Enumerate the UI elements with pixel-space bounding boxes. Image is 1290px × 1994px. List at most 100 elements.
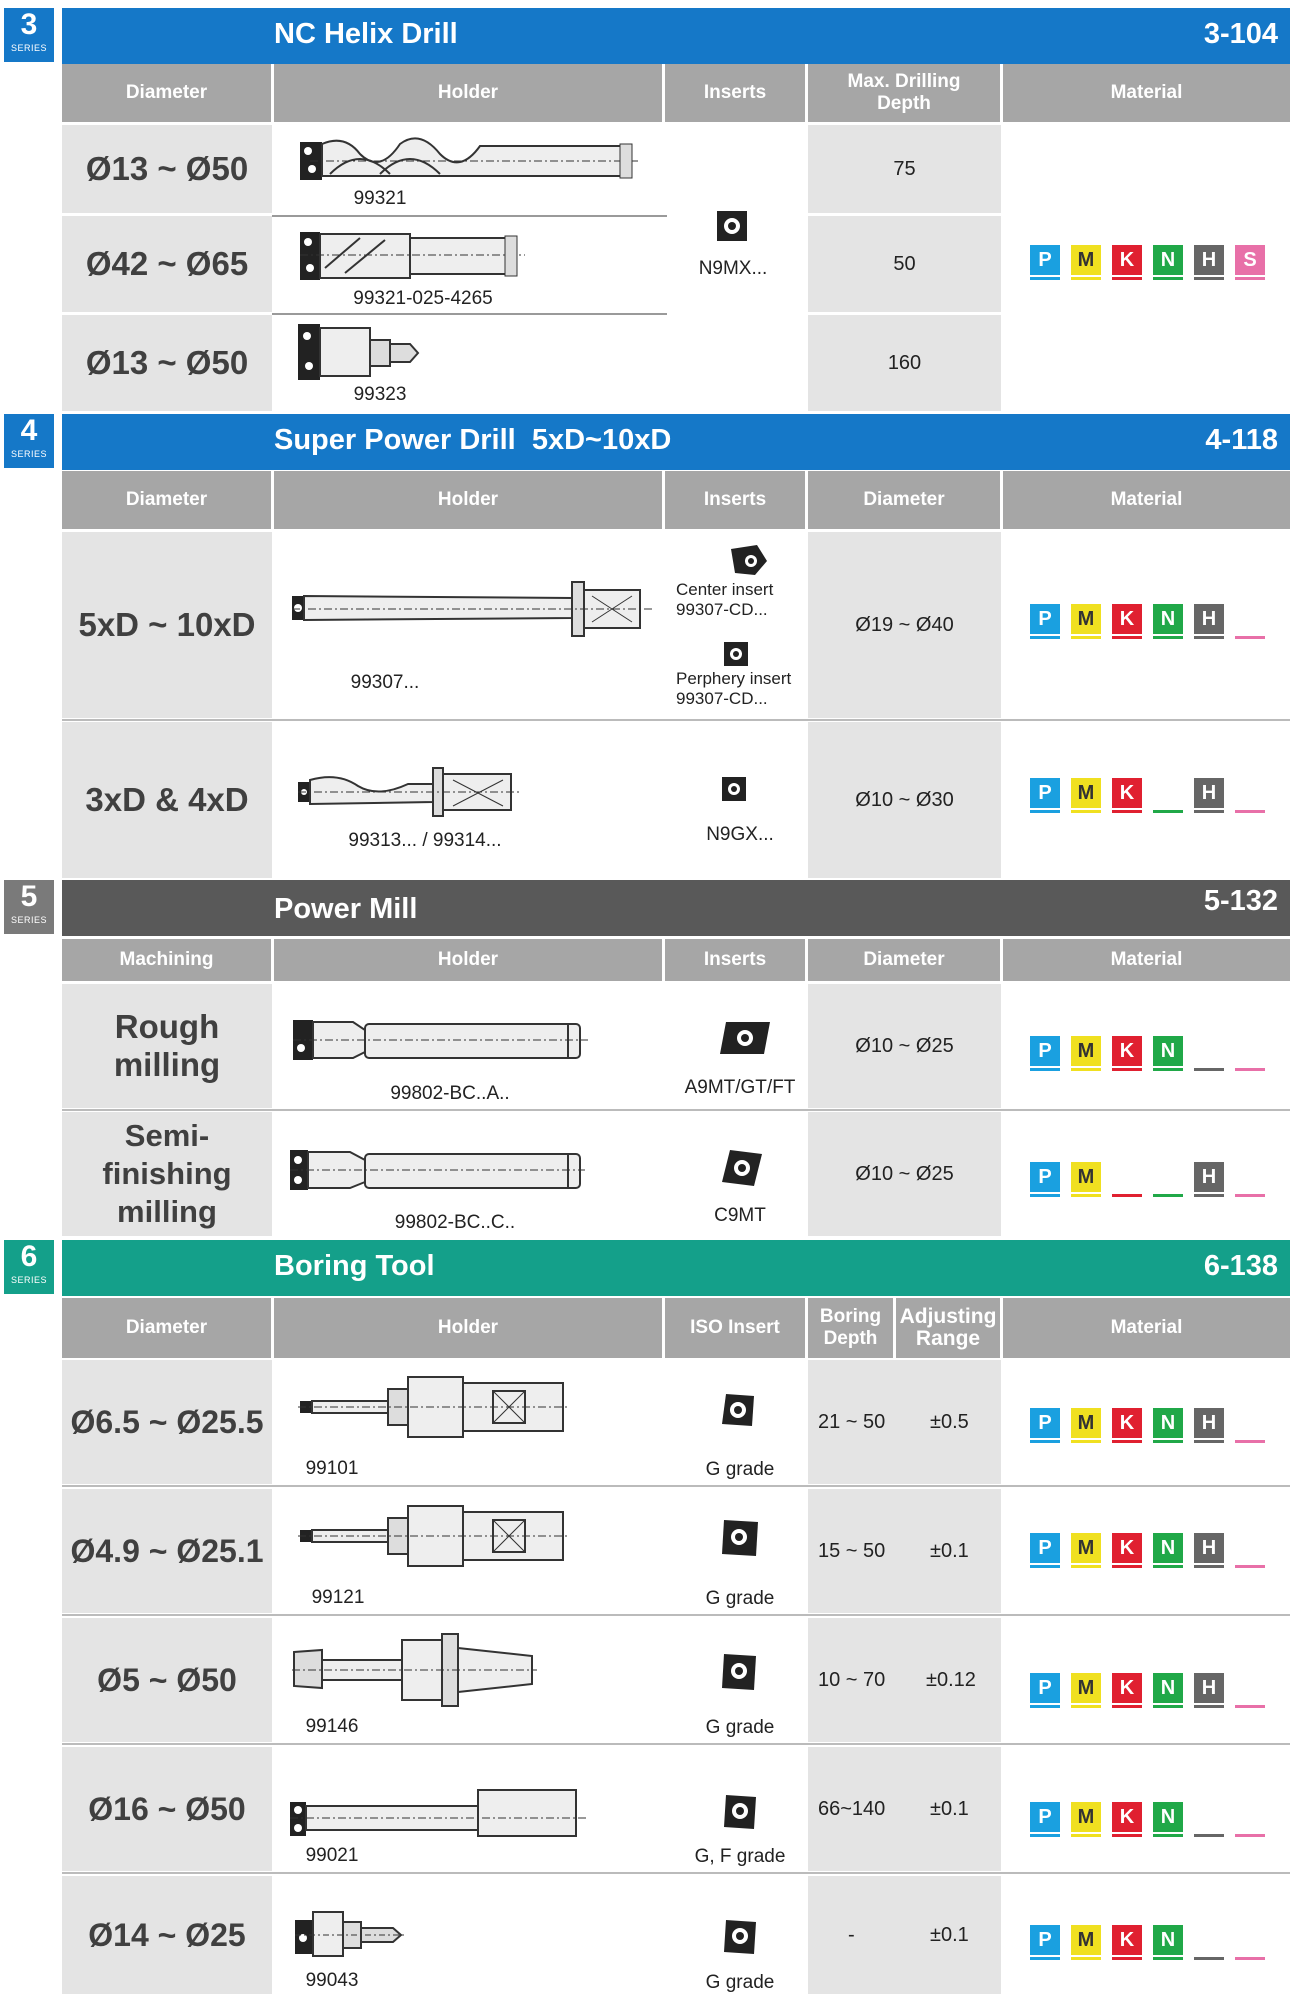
center-insert-code: 99307-CD... — [676, 600, 768, 619]
holder-code: 99043 — [305, 1970, 359, 1991]
boring-depth-adjust-cell: 21 ~ 50 ±0.5 — [808, 1360, 1001, 1484]
header-holder: Holder — [274, 939, 665, 981]
table-header: Diameter Holder ISO Insert Boring Depth … — [62, 1298, 1290, 1358]
section-title: Boring Tool — [274, 1250, 435, 1282]
material-badges: P M K N H S — [1030, 245, 1265, 280]
material-p: P — [1030, 1925, 1060, 1960]
material-n: N — [1153, 245, 1183, 280]
material-m: M — [1071, 1802, 1101, 1837]
section-title: Super Power Drill 5xD~10xD — [274, 424, 672, 456]
page-reference[interactable]: 4-118 — [1205, 424, 1278, 457]
page-reference[interactable]: 3-104 — [1204, 18, 1278, 51]
diameter-cell: 3xD & 4xD — [62, 722, 272, 878]
insert-square-icon — [722, 1520, 758, 1556]
material-badges: P M K N — [1030, 1036, 1265, 1071]
holder-code: 99313... / 99314... — [348, 830, 502, 851]
material-k: K — [1112, 604, 1142, 639]
table-header: Diameter Holder Inserts Max. Drilling De… — [62, 64, 1290, 122]
material-s-empty — [1235, 1673, 1265, 1708]
material-h-empty — [1194, 1036, 1224, 1071]
material-badges: P M K H — [1030, 778, 1265, 813]
row-divider — [272, 313, 667, 315]
material-s-empty — [1235, 1925, 1265, 1960]
header-diameter: Diameter — [62, 471, 274, 529]
insert-grade: G grade — [705, 1588, 775, 1609]
boring-head-99043-image — [295, 1911, 405, 1957]
material-s-empty — [1235, 1408, 1265, 1443]
insert-code: A9MT/GT/FT — [684, 1077, 796, 1098]
diameter-cell: 5xD ~ 10xD — [62, 532, 272, 718]
material-badges: P M K N H — [1030, 1408, 1265, 1443]
material-p: P — [1030, 1802, 1060, 1837]
insert-code: N9MX... — [698, 258, 768, 279]
adjusting-range: ±0.1 — [930, 1539, 969, 1562]
series-label: SERIES — [10, 43, 47, 53]
section-title: Power Mill — [274, 893, 418, 925]
page-reference[interactable]: 6-138 — [1204, 1250, 1278, 1283]
boring-depth-adjust-cell: 66~140 ±0.1 — [808, 1747, 1001, 1871]
insert-rhombic-icon — [722, 1150, 762, 1186]
table-header: Machining Holder Inserts Diameter Materi… — [62, 939, 1290, 981]
material-n-empty — [1153, 778, 1183, 813]
material-k: K — [1112, 1408, 1142, 1443]
material-n: N — [1153, 1408, 1183, 1443]
header-adjusting-range: Adjusting Range — [896, 1298, 1003, 1358]
machining-line-2: milling — [113, 1046, 221, 1083]
boring-depth: 15 ~ 50 — [818, 1539, 886, 1562]
super-power-drill-image — [292, 581, 652, 637]
material-m: M — [1071, 1533, 1101, 1568]
holder-code: 99802-BC..C.. — [394, 1212, 516, 1233]
boring-head-99146-image — [292, 1633, 537, 1707]
material-h: H — [1194, 245, 1224, 280]
header-holder: Holder — [274, 1298, 665, 1358]
header-material: Material — [1110, 489, 1183, 510]
drilling-depth: 50 — [808, 216, 1001, 312]
boring-depth-adjust-cell: - ±0.1 — [808, 1876, 1001, 1994]
machining-line-1: Rough — [114, 1008, 220, 1045]
boring-head-99101-image — [298, 1376, 570, 1438]
material-badges: P M K N H — [1030, 604, 1265, 639]
header-material: Material — [1110, 949, 1183, 970]
insert-square-icon — [724, 1795, 756, 1829]
machining-cell: Semi-finishing milling — [62, 1112, 272, 1236]
header-diameter: Diameter — [62, 1298, 274, 1358]
material-k: K — [1112, 1673, 1142, 1708]
material-h: H — [1194, 1162, 1224, 1197]
insert-code: C9MT — [714, 1205, 766, 1226]
material-n: N — [1153, 604, 1183, 639]
diameter-range: Ø10 ~ Ø30 — [808, 722, 1001, 878]
material-n: N — [1153, 1036, 1183, 1071]
boring-head-99121-image — [298, 1505, 570, 1567]
row-divider — [272, 215, 667, 217]
header-iso-insert: ISO Insert — [665, 1298, 808, 1358]
section-band-boring-tool: Boring Tool 6-138 — [62, 1240, 1290, 1296]
material-badges: P M K N — [1030, 1802, 1265, 1837]
material-n-empty — [1153, 1162, 1183, 1197]
material-badges: P M H — [1030, 1162, 1265, 1197]
holder-code: 99321-025-4265 — [353, 288, 493, 309]
holder-code: 99307... — [350, 672, 420, 693]
header-max-drilling-depth: Max. Drilling Depth — [808, 64, 1003, 122]
diameter-cell: Ø13 ~ Ø50 — [62, 125, 272, 213]
header-holder: Holder — [274, 471, 665, 529]
diameter-range: Ø19 ~ Ø40 — [808, 532, 1001, 718]
insert-square-icon — [722, 777, 746, 801]
material-h-empty — [1194, 1802, 1224, 1837]
material-p: P — [1030, 1673, 1060, 1708]
header-diameter-range: Diameter — [808, 939, 1003, 981]
material-m: M — [1071, 245, 1101, 280]
material-m: M — [1071, 1925, 1101, 1960]
page-reference[interactable]: 5-132 — [1204, 885, 1278, 918]
material-k: K — [1112, 1925, 1142, 1960]
diameter-range: Ø10 ~ Ø25 — [808, 1112, 1001, 1236]
diameter-cell: Ø5 ~ Ø50 — [62, 1618, 272, 1742]
holder-code: 99021 — [305, 1845, 359, 1866]
material-s-empty — [1235, 604, 1265, 639]
material-n: N — [1153, 1673, 1183, 1708]
material-h: H — [1194, 604, 1224, 639]
adjusting-range: ±0.1 — [930, 1797, 969, 1820]
material-h: H — [1194, 1533, 1224, 1568]
series-badge-5: 5 SERIES — [4, 880, 54, 934]
material-k: K — [1112, 245, 1142, 280]
header-diameter: Diameter — [62, 64, 274, 122]
